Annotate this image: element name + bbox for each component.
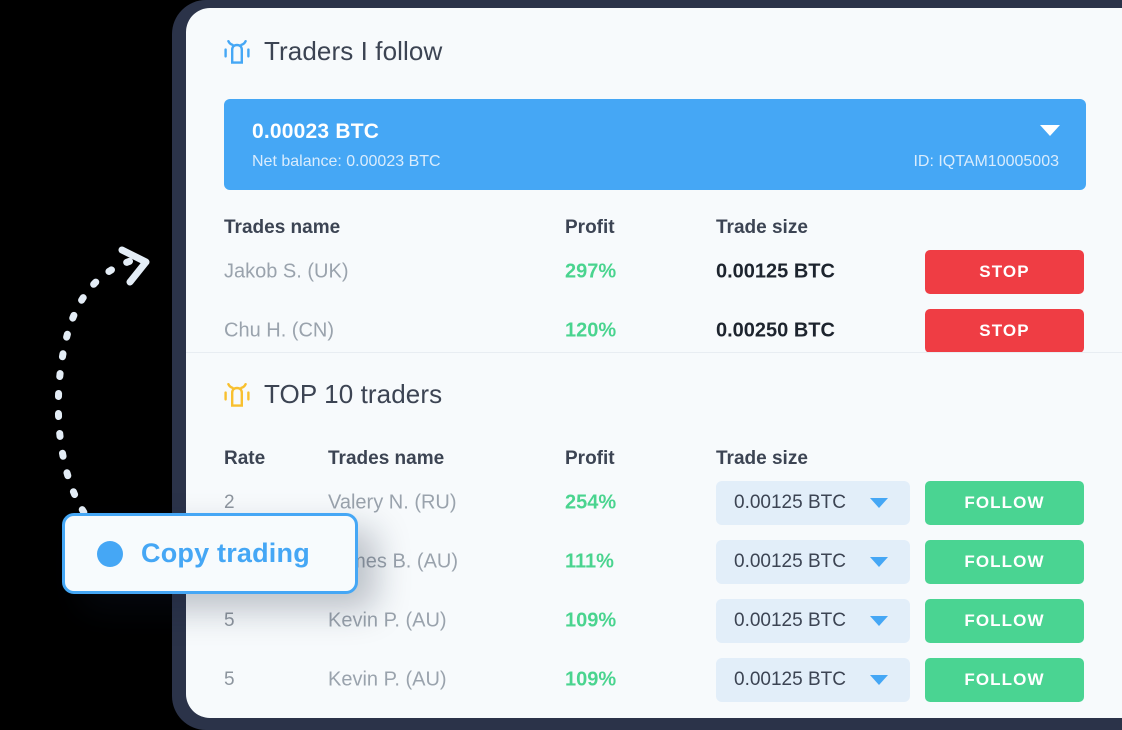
curved-dashed-arrow-icon [54, 246, 150, 532]
trader-name: Valery N. (RU) [328, 491, 457, 514]
followed-table-header: Trades name Profit Trade size [186, 204, 1122, 252]
stop-button[interactable]: STOP [925, 309, 1084, 353]
trophy-icon [224, 39, 250, 64]
trade-size-value: 0.00125 BTC [734, 669, 846, 690]
account-balance-bar[interactable]: 0.00023 BTC Net balance: 0.00023 BTC ID:… [224, 99, 1086, 190]
trader-name: Kevin P. (AU) [328, 668, 447, 691]
net-balance-label: Net balance: 0.00023 BTC [252, 153, 441, 170]
trade-size-dropdown[interactable]: 0.00125 BTC [716, 481, 910, 525]
column-header-trade-size: Trade size [716, 217, 808, 238]
traders-i-follow-heading: Traders I follow [224, 36, 442, 67]
column-header-profit: Profit [565, 217, 615, 238]
copy-trading-card: Traders I follow 0.00023 BTC Net balance… [186, 8, 1122, 718]
top-10-traders-heading: TOP 10 traders [224, 379, 442, 410]
trade-size-dropdown[interactable]: 0.00125 BTC [716, 540, 910, 584]
trader-name: Chu H. (CN) [224, 319, 335, 342]
trade-size-dropdown[interactable]: 0.00125 BTC [716, 599, 910, 643]
chevron-down-icon[interactable] [870, 675, 888, 685]
section-title: Traders I follow [264, 36, 443, 66]
table-row: Chu H. (CN) 120% 0.00250 BTC STOP [186, 307, 1122, 355]
table-row: 5 Kevin P. (AU) 109% 0.00125 BTC FOLLOW [186, 597, 1122, 645]
section-title: TOP 10 traders [264, 379, 443, 409]
follow-button[interactable]: FOLLOW [925, 658, 1084, 702]
top10-table-header: Rate Trades name Profit Trade size [186, 435, 1122, 483]
bullet-dot-icon [97, 540, 123, 567]
trader-name: Jakob S. (UK) [224, 260, 349, 283]
trade-size-dropdown[interactable]: 0.00125 BTC [716, 658, 910, 702]
trader-profit: 109% [565, 668, 617, 691]
trader-profit: 120% [565, 319, 617, 342]
table-row: 5 Kevin P. (AU) 109% 0.00125 BTC FOLLOW [186, 656, 1122, 704]
stop-button[interactable]: STOP [925, 250, 1084, 294]
trader-profit: 297% [565, 260, 617, 283]
chevron-down-icon[interactable] [870, 616, 888, 626]
follow-button[interactable]: FOLLOW [925, 540, 1084, 584]
chevron-down-icon[interactable] [870, 557, 888, 567]
account-id-label: ID: IQTAM10005003 [913, 153, 1059, 170]
follow-button[interactable]: FOLLOW [925, 481, 1084, 525]
column-header-name: Trades name [224, 217, 341, 238]
table-row: Jakob S. (UK) 297% 0.00125 BTC STOP [186, 248, 1122, 296]
column-header-profit: Profit [565, 448, 615, 469]
screenshot-stage: Traders I follow 0.00023 BTC Net balance… [0, 0, 1122, 730]
trade-size-value: 0.00125 BTC [734, 610, 846, 631]
trader-trade-size: 0.00250 BTC [716, 319, 835, 342]
column-header-rate: Rate [224, 448, 266, 469]
trader-name: Kevin P. (AU) [328, 609, 447, 632]
trader-trade-size: 0.00125 BTC [716, 260, 835, 283]
column-header-trade-size: Trade size [716, 448, 808, 469]
trade-size-value: 0.00125 BTC [734, 551, 846, 572]
copy-trading-callout[interactable]: Copy trading [62, 513, 358, 594]
column-header-name: Trades name [328, 448, 445, 469]
trader-profit: 111% [565, 550, 614, 573]
trade-size-value: 0.00125 BTC [734, 492, 846, 513]
balance-amount: 0.00023 BTC [252, 120, 380, 143]
chevron-down-icon[interactable] [1040, 125, 1060, 136]
trader-profit: 109% [565, 609, 617, 632]
trader-profit: 254% [565, 491, 617, 514]
trader-rate: 5 [224, 610, 235, 631]
copy-trading-label: Copy trading [141, 538, 310, 568]
chevron-down-icon[interactable] [870, 498, 888, 508]
section-divider [186, 352, 1122, 353]
trader-rate: 5 [224, 669, 235, 690]
follow-button[interactable]: FOLLOW [925, 599, 1084, 643]
trader-rate: 2 [224, 492, 235, 513]
trophy-icon [224, 382, 250, 407]
